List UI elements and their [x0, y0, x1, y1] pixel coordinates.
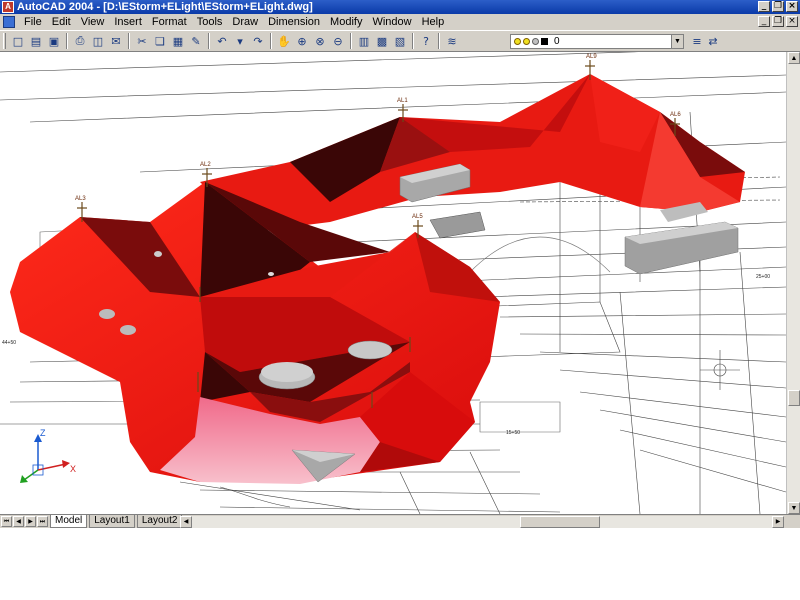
pole-label: AL6	[670, 112, 681, 118]
first-tab-icon[interactable]: ⏮	[1, 516, 12, 527]
document-icon[interactable]	[3, 16, 15, 28]
tab-model[interactable]: Model	[50, 515, 88, 528]
zoom-window-icon[interactable]: ⊗	[312, 33, 328, 49]
tab-layout2[interactable]: Layout2	[136, 515, 183, 528]
pole-label: AL9	[586, 54, 597, 60]
toolbar-grip[interactable]	[3, 33, 6, 49]
layer-on-icon[interactable]	[514, 38, 521, 45]
next-tab-icon[interactable]: ▶	[25, 516, 36, 527]
layer-name-value: 0	[554, 36, 560, 47]
toolbar-separator	[270, 33, 272, 49]
pole-label: AL1	[397, 98, 408, 104]
toolbar-separator	[128, 33, 130, 49]
undo-dropdown-icon[interactable]: ▾	[232, 33, 248, 49]
redo-icon[interactable]: ↷	[250, 33, 266, 49]
layer-properties-icon[interactable]: ≋	[444, 33, 460, 49]
menu-dimension[interactable]: Dimension	[263, 16, 325, 28]
doc-restore-button[interactable]: ❐	[772, 16, 784, 27]
ucs-z-label: Z	[40, 428, 46, 438]
zoom-realtime-icon[interactable]: ⊕	[294, 33, 310, 49]
menu-bar: File Edit View Insert Format Tools Draw …	[0, 14, 800, 30]
title-bar: A AutoCAD 2004 - [D:\EStorm+ELight\EStor…	[0, 0, 800, 14]
toolbar-separator	[350, 33, 352, 49]
close-button[interactable]: ×	[786, 1, 798, 12]
menu-draw[interactable]: Draw	[227, 16, 263, 28]
tool-palettes-icon[interactable]: ▧	[392, 33, 408, 49]
new-icon[interactable]: □	[10, 33, 26, 49]
standard-toolbar: □ ▤ ▣ ⎙ ◫ ✉ ✂ ❏ ▦ ✎ ↶ ▾ ↷ ✋ ⊕ ⊗ ⊖ ▥ ▩ ▧ …	[0, 30, 800, 52]
autocad-app-icon[interactable]: A	[2, 1, 14, 13]
horizontal-scrollbar[interactable]: ◀ ▶	[180, 516, 784, 528]
menu-format[interactable]: Format	[147, 16, 192, 28]
paste-icon[interactable]: ▦	[170, 33, 186, 49]
toolbar-separator	[438, 33, 440, 49]
layer-color-icon	[541, 38, 548, 45]
tab-layout1[interactable]: Layout1	[89, 515, 135, 528]
open-icon[interactable]: ▤	[28, 33, 44, 49]
layer-lock-icon[interactable]	[532, 38, 539, 45]
help-icon[interactable]: ?	[418, 33, 434, 49]
ucs-x-label: X	[70, 464, 76, 474]
scroll-down-icon[interactable]: ▼	[788, 502, 800, 514]
menu-tools[interactable]: Tools	[192, 16, 228, 28]
zoom-previous-icon[interactable]: ⊖	[330, 33, 346, 49]
menu-help[interactable]: Help	[417, 16, 450, 28]
drawing-area[interactable]: 25+00 44+50 15+50 AL9 AL1 AL2 AL3 AL5 AL…	[0, 52, 786, 514]
document-controls: _ ❐ ×	[758, 16, 798, 27]
toolbar-separator	[66, 33, 68, 49]
horizontal-scroll-thumb[interactable]	[520, 516, 600, 528]
toolbar-separator	[412, 33, 414, 49]
toolbar-separator	[208, 33, 210, 49]
drawing-label: 25+00	[756, 274, 770, 280]
cut-icon[interactable]: ✂	[134, 33, 150, 49]
doc-close-button[interactable]: ×	[786, 16, 798, 27]
menu-edit[interactable]: Edit	[47, 16, 76, 28]
last-tab-icon[interactable]: ⏭	[37, 516, 48, 527]
pole-label: AL3	[75, 196, 86, 202]
drawing-label: 44+50	[2, 340, 16, 346]
copy-icon[interactable]: ❏	[152, 33, 168, 49]
layer-previous-icon[interactable]: ⇄	[705, 33, 721, 49]
scroll-left-icon[interactable]: ◀	[180, 516, 192, 528]
publish-icon[interactable]: ✉	[108, 33, 124, 49]
chevron-down-icon[interactable]: ▼	[671, 35, 683, 48]
menu-modify[interactable]: Modify	[325, 16, 367, 28]
pan-icon[interactable]: ✋	[276, 33, 292, 49]
model-space-viewport[interactable]: 25+00 44+50 15+50 AL9 AL1 AL2 AL3 AL5 AL…	[0, 52, 786, 514]
print-preview-icon[interactable]: ◫	[90, 33, 106, 49]
prev-tab-icon[interactable]: ◀	[13, 516, 24, 527]
pole-label: AL5	[412, 214, 423, 220]
design-center-icon[interactable]: ▩	[374, 33, 390, 49]
drawing-label: 15+50	[506, 430, 520, 436]
vertical-scroll-thumb[interactable]	[788, 390, 800, 406]
undo-icon[interactable]: ↶	[214, 33, 230, 49]
ucs-icon: Z X	[20, 428, 76, 483]
menu-insert[interactable]: Insert	[109, 16, 147, 28]
match-properties-icon[interactable]: ✎	[188, 33, 204, 49]
properties-icon[interactable]: ▥	[356, 33, 372, 49]
vertical-scrollbar[interactable]: ▲ ▼	[786, 52, 800, 514]
layer-state-icons	[514, 38, 548, 45]
autocad-window: A AutoCAD 2004 - [D:\EStorm+ELight\EStor…	[0, 0, 800, 600]
layer-control-dropdown[interactable]: 0 ▼	[510, 34, 684, 49]
window-title: AutoCAD 2004 - [D:\EStorm+ELight\EStorm+…	[17, 1, 313, 13]
layout-tab-bar: ⏮ ◀ ▶ ⏭ Model Layout1 Layout2 ◀ ▶	[0, 514, 800, 528]
doc-minimize-button[interactable]: _	[758, 16, 770, 27]
make-layer-current-icon[interactable]: ≡	[689, 33, 705, 49]
menu-window[interactable]: Window	[367, 16, 416, 28]
menu-file[interactable]: File	[19, 16, 47, 28]
restore-button[interactable]: ❐	[772, 1, 784, 12]
print-icon[interactable]: ⎙	[72, 33, 88, 49]
scroll-up-icon[interactable]: ▲	[788, 52, 800, 64]
minimize-button[interactable]: _	[758, 1, 770, 12]
illumination-surface[interactable]	[10, 74, 745, 484]
menu-view[interactable]: View	[76, 16, 110, 28]
pole-label: AL2	[200, 162, 211, 168]
scroll-right-icon[interactable]: ▶	[772, 516, 784, 528]
window-controls: _ ❐ ×	[758, 1, 798, 12]
layer-thaw-icon[interactable]	[523, 38, 530, 45]
save-icon[interactable]: ▣	[46, 33, 62, 49]
